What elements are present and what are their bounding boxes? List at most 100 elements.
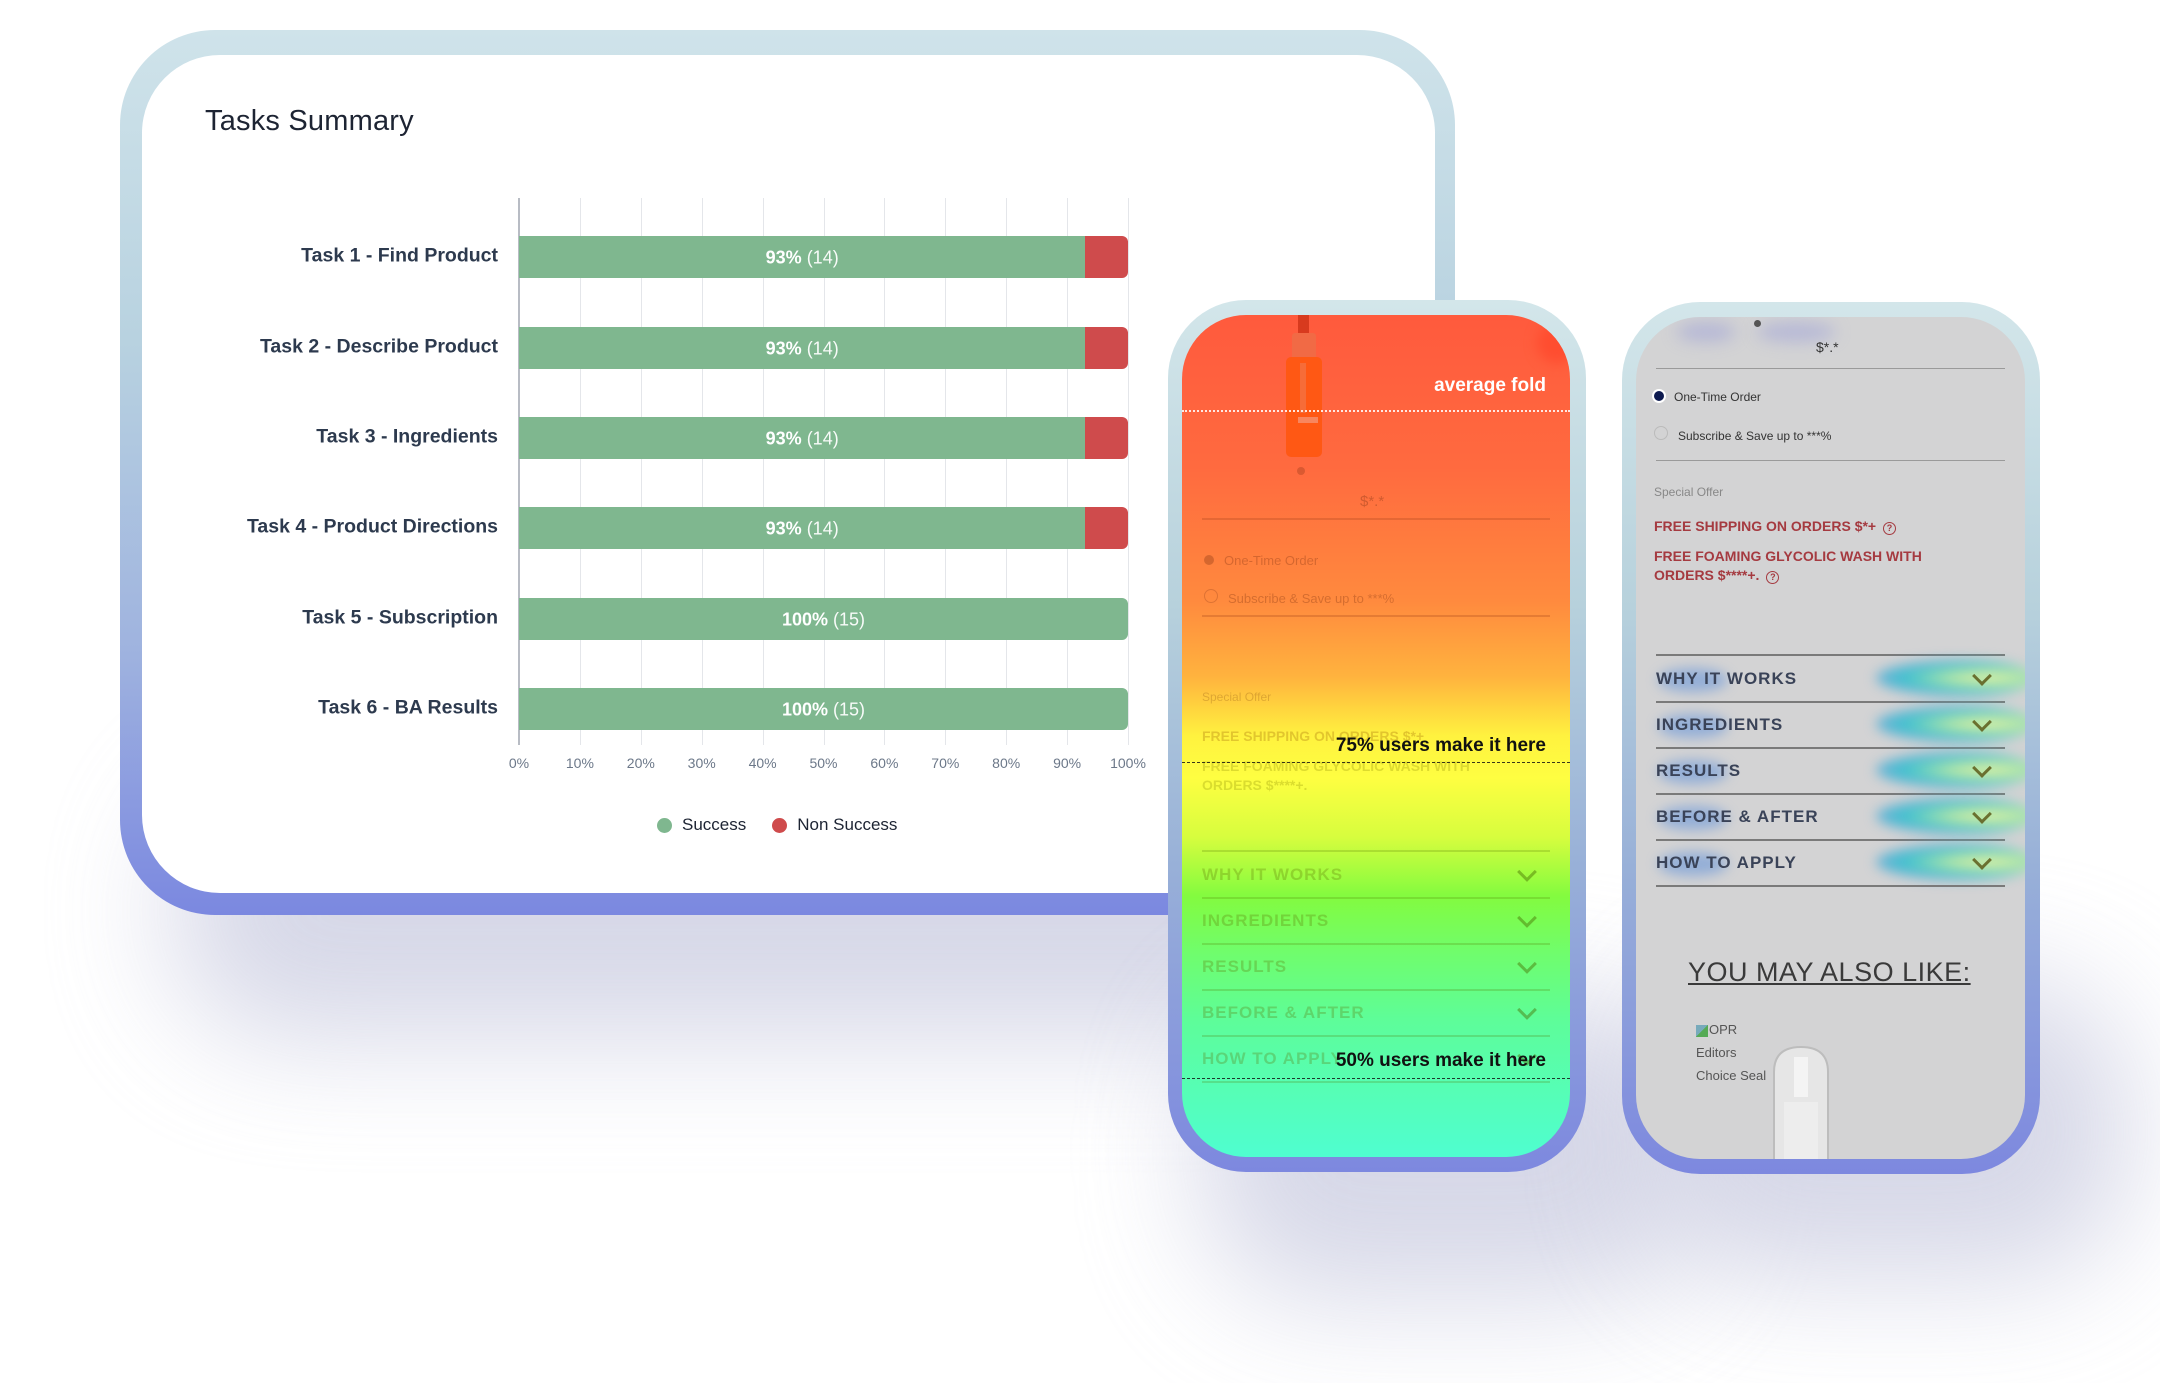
chevron-down-icon	[1517, 954, 1537, 974]
bar-non-success[interactable]	[1085, 507, 1128, 549]
bar-count: (14)	[806, 518, 839, 539]
product-pump-bottle-image	[1773, 1045, 1829, 1159]
y-axis-line	[518, 198, 520, 745]
x-tick-label: 100%	[1110, 755, 1146, 771]
legend-item-non-success[interactable]: Non Success	[772, 815, 897, 835]
task-labels: Task 1 - Find Product Task 2 - Describe P…	[142, 55, 498, 893]
50-percent-label: 50% users make it here	[1335, 1050, 1546, 1071]
bar-non-success[interactable]	[1085, 417, 1128, 459]
offer-shipping: FREE SHIPPING ON ORDERS $*+ ?	[1654, 518, 1896, 535]
option-subscribe[interactable]: Subscribe & Save up to ***%	[1654, 426, 1831, 443]
divider	[1656, 460, 2005, 461]
accordion-item[interactable]: BEFORE & AFTER	[1202, 990, 1550, 1036]
divider	[1656, 368, 2005, 369]
task-label: Task 4 - Product Directions	[246, 515, 498, 538]
special-offer-label: Special Offer	[1654, 485, 1724, 499]
bar-percent: 93%	[765, 428, 802, 449]
x-tick-label: 60%	[870, 755, 899, 771]
chevron-down-icon	[1517, 862, 1537, 882]
scroll-heatmap-screen: average fold $*.* One-Time Order Subscri…	[1182, 315, 1570, 1157]
product-bottle-image	[1286, 315, 1322, 457]
option-one-time[interactable]: One-Time Order	[1204, 553, 1318, 568]
accordion-title: INGREDIENTS	[1202, 911, 1330, 930]
option-subscribe[interactable]: Subscribe & Save up to ***%	[1204, 589, 1394, 606]
radio-empty-icon	[1654, 426, 1668, 440]
radio-empty-icon	[1204, 589, 1218, 603]
gridline	[1006, 198, 1008, 745]
x-tick-label: 80%	[992, 755, 1021, 771]
task-label: Task 6 - BA Results	[318, 696, 498, 719]
x-tick-label: 40%	[748, 755, 777, 771]
accordion-item[interactable]: HOW TO APPLY	[1656, 840, 2005, 886]
offer-wash-cont: ORDERS $****+.	[1202, 777, 1308, 793]
legend-label: Non Success	[797, 815, 898, 834]
accordion-title: HOW TO APPLY	[1656, 853, 1797, 872]
gridline	[701, 198, 703, 745]
bar-count: (15)	[833, 609, 866, 630]
accordion-item[interactable]: INGREDIENTS	[1202, 898, 1550, 944]
gridline	[1128, 198, 1129, 745]
gridline	[579, 198, 581, 745]
task-label: Task 5 - Subscription	[302, 606, 498, 629]
bar-data-label: 93% (14)	[766, 429, 839, 450]
task-label: Task 3 - Ingredients	[316, 425, 498, 448]
chevron-down-icon	[1972, 804, 1992, 824]
price: $*.*	[1360, 493, 1385, 510]
accordion-item[interactable]: RESULTS	[1202, 944, 1550, 990]
recommendations-heading: YOU MAY ALSO LIKE:	[1688, 957, 1971, 987]
bar-non-success[interactable]	[1085, 327, 1128, 369]
seal-alt-text-2: Editors	[1696, 1045, 1737, 1060]
accordion-title: BEFORE & AFTER	[1202, 1003, 1365, 1022]
average-fold-label: average fold	[1434, 375, 1546, 396]
price: $*.*	[1816, 339, 1839, 355]
help-circle-icon[interactable]: ?	[1766, 571, 1780, 584]
accordion-item[interactable]: RESULTS	[1656, 748, 2005, 794]
bar-count: (14)	[806, 338, 839, 359]
offer-wash-cont: ORDERS $****+. ?	[1654, 567, 1780, 584]
divider	[1202, 518, 1550, 520]
accordion-item[interactable]: INGREDIENTS	[1656, 702, 2005, 748]
option-one-time[interactable]: One-Time Order	[1654, 390, 1761, 404]
hotspot	[1537, 323, 1570, 363]
gridline	[1067, 198, 1069, 745]
bar-non-success[interactable]	[1085, 236, 1128, 278]
chevron-down-icon	[1972, 666, 1992, 686]
gridline	[823, 198, 825, 745]
bar-percent: 93%	[765, 247, 802, 268]
accordion-item[interactable]: WHY IT WORKS	[1202, 852, 1550, 898]
bar-percent: 93%	[765, 338, 802, 359]
x-tick-label: 70%	[931, 755, 960, 771]
hotspot	[1676, 322, 1736, 342]
accordion-title: WHY IT WORKS	[1202, 865, 1344, 884]
bar-data-label: 100% (15)	[782, 610, 865, 631]
accordion-title: BEFORE & AFTER	[1656, 807, 1819, 826]
help-circle-icon[interactable]: ?	[1883, 522, 1896, 535]
success-swatch-icon	[657, 817, 672, 833]
bar-data-label: 100% (15)	[782, 700, 865, 721]
x-tick-label: 10%	[565, 755, 594, 771]
gridline	[884, 198, 886, 745]
75-percent-label: 75% users make it here	[1335, 735, 1546, 756]
seal-alt-text-1: OPR	[1709, 1022, 1738, 1037]
seal-alt-text-3: Choice Seal	[1696, 1068, 1767, 1083]
legend-item-success[interactable]: Success	[657, 815, 746, 835]
x-tick-label: 0%	[508, 755, 530, 771]
accordion-title: RESULTS	[1656, 761, 1742, 780]
gridline	[945, 198, 947, 745]
offer-wash: FREE FOAMING GLYCOLIC WASH WITH	[1202, 758, 1470, 774]
chevron-down-icon	[1972, 758, 1992, 778]
legend-label: Success	[682, 815, 747, 834]
bar-percent: 93%	[765, 518, 802, 539]
special-offer-label: Special Offer	[1202, 690, 1272, 704]
accordion-title: HOW TO APPLY	[1202, 1049, 1343, 1068]
accordion-item[interactable]: WHY IT WORKS	[1656, 656, 2005, 702]
radio-selected-icon	[1654, 391, 1664, 401]
bar-data-label: 93% (14)	[766, 339, 839, 360]
offer-wash: FREE FOAMING GLYCOLIC WASH WITH	[1654, 548, 1922, 564]
accordion-item[interactable]: BEFORE & AFTER	[1656, 794, 2005, 840]
bar-data-label: 93% (14)	[766, 248, 839, 269]
gridline	[762, 198, 764, 745]
carousel-dot-icon	[1297, 467, 1305, 475]
chevron-down-icon	[1517, 1000, 1537, 1020]
chevron-down-icon	[1972, 712, 1992, 732]
